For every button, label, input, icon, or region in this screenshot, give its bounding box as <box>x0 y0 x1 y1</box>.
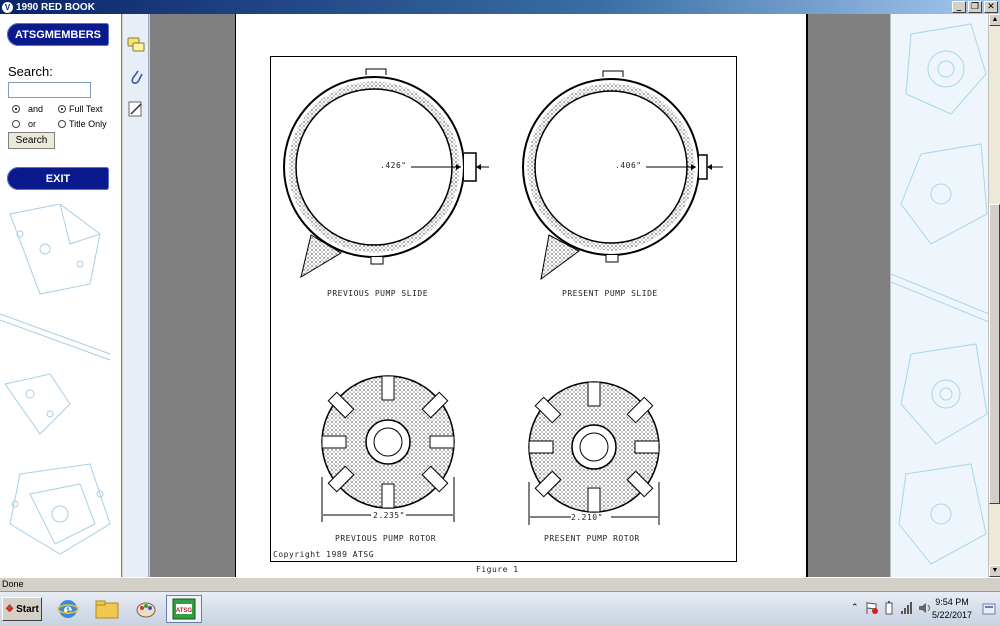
option-and[interactable]: and <box>12 104 43 114</box>
network-signal-icon[interactable] <box>900 601 914 615</box>
rotor-present-dimension: 2.210" <box>571 513 603 522</box>
show-desktop-icon[interactable] <box>982 603 996 615</box>
present-slide-drawing <box>522 70 723 281</box>
right-panel <box>890 14 988 577</box>
search-input[interactable] <box>8 82 91 98</box>
restore-button[interactable]: ❐ <box>968 1 982 13</box>
clock-time: 9:54 PM <box>935 597 969 607</box>
radio-title-only[interactable] <box>58 120 66 128</box>
volume-icon[interactable] <box>918 601 932 615</box>
windows-logo-icon: ❖ <box>5 603 15 615</box>
file-explorer-icon[interactable] <box>89 595 125 623</box>
search-label: Search: <box>8 64 53 79</box>
status-bar: Done <box>0 577 1000 591</box>
figure-caption: Figure 1 <box>476 565 519 574</box>
radio-full-text[interactable] <box>58 105 66 113</box>
option-title-only[interactable]: Title Only <box>58 119 107 129</box>
scroll-down-icon[interactable]: ▼ <box>989 565 1000 577</box>
clock[interactable]: 9:54 PM 5/22/2017 <box>932 596 972 622</box>
start-button[interactable]: ❖ Start <box>2 597 42 621</box>
vertical-scrollbar[interactable]: ▲ ▼ <box>988 14 1000 577</box>
atsg-app-icon[interactable]: ATSG <box>166 595 202 623</box>
clock-date: 5/22/2017 <box>931 610 972 620</box>
window-title: 1990 RED BOOK <box>16 1 95 13</box>
start-label: Start <box>16 603 39 615</box>
power-battery-icon[interactable] <box>883 601 895 615</box>
present-rotor-drawing <box>528 381 660 525</box>
search-button[interactable]: Search <box>8 132 55 149</box>
option-full-text[interactable]: Full Text <box>58 104 102 114</box>
app-icon: V <box>2 1 13 13</box>
slide-present-dimension: .406" <box>615 161 642 170</box>
document-page: .426" .406" PREVIOUS PUMP SLIDE PRESENT … <box>235 14 808 577</box>
present-pump-rotor-label: PRESENT PUMP ROTOR <box>544 534 640 543</box>
option-or-label: or <box>28 119 37 129</box>
document-viewer[interactable]: .426" .406" PREVIOUS PUMP SLIDE PRESENT … <box>150 14 890 577</box>
previous-pump-rotor-label: PREVIOUS PUMP ROTOR <box>335 534 437 543</box>
figure-drawing <box>283 68 723 525</box>
minimize-button[interactable]: _ <box>952 1 966 13</box>
slide-prev-dimension: .426" <box>380 161 407 170</box>
present-pump-slide-label: PRESENT PUMP SLIDE <box>562 289 658 298</box>
scroll-up-icon[interactable]: ▲ <box>989 14 1000 26</box>
paint-icon[interactable] <box>128 595 164 623</box>
figure-frame: .426" .406" PREVIOUS PUMP SLIDE PRESENT … <box>270 56 737 562</box>
comment-icon[interactable] <box>127 36 145 54</box>
previous-pump-slide-label: PREVIOUS PUMP SLIDE <box>327 289 429 298</box>
previous-slide-drawing <box>283 68 489 279</box>
svg-text:ATSG: ATSG <box>176 608 193 614</box>
rotor-prev-dimension: 2.235" <box>373 511 405 520</box>
exit-button[interactable]: EXIT <box>7 167 109 190</box>
title-bar: V 1990 RED BOOK _ ❐ ✕ <box>0 0 1000 14</box>
show-hidden-icons-icon[interactable]: ⌃ <box>851 602 859 613</box>
option-and-label: and <box>28 104 44 114</box>
attachment-icon[interactable] <box>127 68 145 86</box>
status-text: Done <box>2 579 24 589</box>
background-artwork-right <box>891 23 988 565</box>
scroll-thumb[interactable] <box>989 204 1000 504</box>
option-or[interactable]: or <box>12 119 36 129</box>
option-title-only-label: Title Only <box>69 119 107 129</box>
tool-strip <box>123 14 149 577</box>
internet-explorer-icon[interactable]: e <box>50 595 86 623</box>
action-center-flag-icon[interactable] <box>865 601 879 615</box>
close-button[interactable]: ✕ <box>984 1 998 13</box>
system-tray: ⌃ 9:54 PM 5/22/2017 <box>845 592 1000 626</box>
copyright-text: Copyright 1989 ATSG <box>273 550 375 559</box>
radio-and[interactable] <box>12 105 20 113</box>
taskbar: ❖ Start e ATSG ⌃ 9:54 PM 5/22/2017 <box>0 591 1000 625</box>
left-panel: ATSGMEMBERS Search: and Full Text or Tit… <box>0 14 122 577</box>
previous-rotor-drawing <box>321 375 455 522</box>
background-artwork <box>0 204 111 555</box>
radio-or[interactable] <box>12 120 20 128</box>
option-full-text-label: Full Text <box>69 104 103 114</box>
atsg-members-button[interactable]: ATSGMEMBERS <box>7 23 109 46</box>
sign-icon[interactable] <box>127 100 145 118</box>
